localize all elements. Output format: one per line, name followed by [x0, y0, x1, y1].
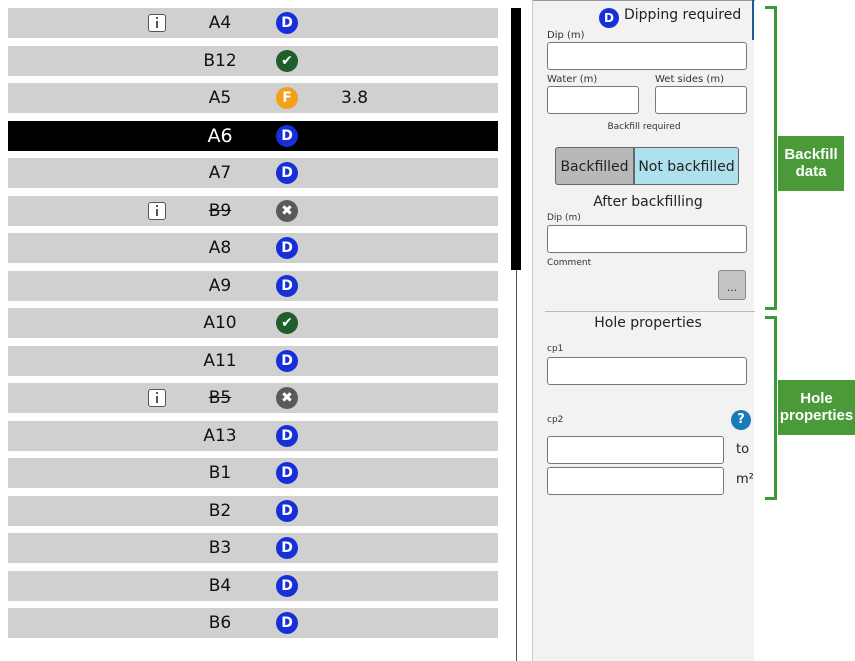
hole-name: A13 [203, 425, 237, 446]
panel-right-border [752, 0, 754, 40]
water-label: Water (m) [547, 74, 598, 85]
list-item[interactable]: B6 D [8, 608, 498, 638]
backfill-required-label: Backfill required [607, 122, 681, 132]
list-item[interactable]: A9 D [8, 270, 498, 301]
info-icon[interactable] [148, 201, 166, 220]
dipping-required-icon: D [276, 612, 298, 634]
help-icon[interactable]: ? [731, 410, 751, 430]
not-backfilled-button[interactable]: Not backfilled [634, 147, 739, 185]
cp2-input-to[interactable] [547, 436, 724, 464]
hole-name: B5 [208, 388, 232, 408]
list-item[interactable]: B3 D [8, 533, 498, 563]
cp2-label: cp2 [547, 415, 564, 425]
unit-to-label: to [736, 442, 750, 457]
dipping-required-icon: D [276, 12, 298, 34]
dipping-required-icon: D [276, 424, 298, 447]
dipping-required-icon: D [276, 274, 298, 297]
list-item[interactable]: B9 ✖ [8, 195, 498, 226]
hole-name: A8 [208, 238, 232, 258]
list-item[interactable]: B1 D [8, 458, 498, 488]
hole-name: A6 [207, 124, 233, 147]
cancelled-x-icon: ✖ [276, 199, 298, 222]
after-backfilling-title: After backfilling [593, 194, 703, 210]
list-item[interactable]: B5 ✖ [8, 383, 498, 413]
hole-name: A11 [203, 350, 237, 371]
completed-check-icon: ✔ [276, 49, 298, 72]
hole-properties-title: Hole properties [594, 315, 702, 331]
list-item[interactable]: B2 D [8, 495, 498, 526]
cp2-input-m2[interactable] [547, 467, 724, 495]
dipping-required-icon: D [276, 162, 298, 184]
list-item[interactable]: B12 ✔ [8, 45, 498, 76]
hole-name: B2 [208, 500, 232, 521]
dipping-required-icon: D [276, 499, 298, 522]
hole-name: B9 [208, 200, 232, 221]
hole-value: 3.8 [341, 88, 369, 108]
list-item-selected[interactable]: A6 D [8, 120, 498, 151]
after-dip-label: Dip (m) [547, 213, 581, 223]
unit-m2-label: m² [736, 472, 754, 487]
divider-line [516, 270, 517, 661]
hole-name: A4 [208, 13, 232, 33]
comment-button[interactable]: ... [718, 270, 746, 300]
hole-name: B3 [208, 538, 232, 558]
info-icon[interactable] [148, 14, 166, 32]
list-item[interactable]: A13 D [8, 420, 498, 451]
hole-properties-annotation: Hole properties [778, 380, 855, 435]
backfilled-button[interactable]: Backfilled [555, 147, 634, 185]
list-item[interactable]: A5 F 3.8 [8, 83, 498, 113]
cancelled-x-icon: ✖ [276, 387, 298, 409]
hole-name: A7 [208, 163, 232, 183]
wet-sides-input[interactable] [655, 86, 747, 114]
hole-name: A9 [208, 275, 232, 296]
backfill-data-annotation: Backfill data [778, 136, 844, 191]
list-item[interactable]: A10 ✔ [8, 308, 498, 338]
hole-properties-bracket [765, 316, 777, 500]
hole-name: B12 [203, 50, 237, 71]
dipping-required-icon: D [276, 237, 298, 259]
list-item[interactable]: A11 D [8, 345, 498, 376]
dipping-status-icon: D [599, 8, 619, 28]
list-scrollbar[interactable] [511, 8, 521, 270]
dip-label: Dip (m) [547, 30, 585, 41]
hole-list: A4 D B12 ✔ A5 F 3.8 A6 D A7 D B9 ✖ A8 D A9 D A10 ✔ A11 D B5 ✖ A… [8, 8, 498, 658]
f-status-icon: F [276, 87, 298, 109]
dipping-required-icon: D [276, 574, 298, 597]
hole-details-panel: D Dipping required Dip (m) Water (m) Wet… [532, 0, 755, 661]
list-item[interactable]: A8 D [8, 233, 498, 263]
dipping-required-icon: D [276, 124, 298, 147]
backfill-data-bracket [765, 6, 777, 310]
cp1-input[interactable] [547, 357, 747, 385]
wet-sides-label: Wet sides (m) [655, 74, 724, 85]
list-item[interactable]: A4 D [8, 8, 498, 38]
hole-name: B6 [208, 613, 232, 633]
cp1-label: cp1 [547, 344, 564, 354]
panel-top-border [533, 0, 755, 1]
dipping-required-icon: D [276, 537, 298, 559]
hole-name: B4 [208, 575, 232, 596]
completed-check-icon: ✔ [276, 312, 298, 334]
dipping-required-icon: D [276, 462, 298, 484]
hole-name: A5 [208, 88, 232, 108]
hole-name: B1 [208, 463, 232, 483]
dip-input[interactable] [547, 42, 747, 70]
list-item[interactable]: A7 D [8, 158, 498, 188]
dipping-required-icon: D [276, 349, 298, 372]
comment-label: Comment [547, 258, 592, 268]
list-item[interactable]: B4 D [8, 570, 498, 601]
after-dip-input[interactable] [547, 225, 747, 253]
info-icon[interactable] [148, 389, 166, 407]
water-input[interactable] [547, 86, 639, 114]
dipping-required-title: Dipping required [624, 7, 742, 23]
section-divider [545, 311, 755, 312]
hole-name: A10 [203, 313, 237, 333]
